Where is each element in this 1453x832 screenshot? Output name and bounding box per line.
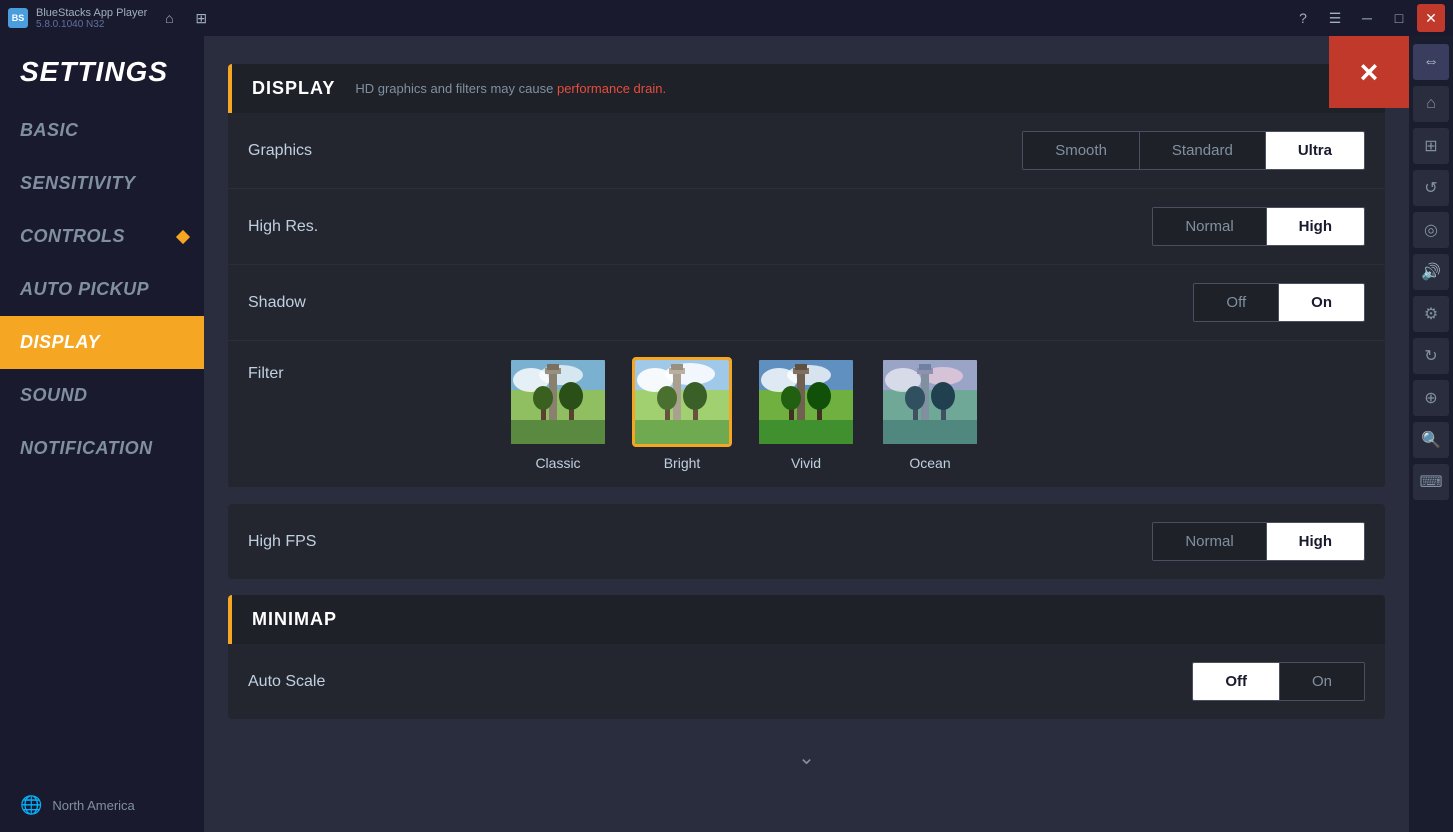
sidebar-item-controls[interactable]: CONTROLS: [0, 210, 204, 263]
highfps-high-btn[interactable]: High: [1267, 523, 1364, 560]
filter-label: Filter: [248, 357, 508, 383]
right-panel-camera-btn[interactable]: ◎: [1413, 212, 1449, 248]
main-container: SETTINGS BASIC SENSITIVITY CONTROLS AUTO…: [0, 36, 1453, 832]
sidebar-title: SETTINGS: [0, 36, 204, 104]
title-bar: BS BlueStacks App Player 5.8.0.1040 N32 …: [0, 0, 1453, 36]
autoscale-btn-group: Off On: [1192, 662, 1365, 701]
title-bar-left: BS BlueStacks App Player 5.8.0.1040 N32 …: [8, 4, 227, 32]
filter-bright-thumb: [632, 357, 732, 447]
right-panel-refresh-btn[interactable]: ↻: [1413, 338, 1449, 374]
right-panel-home-btn[interactable]: ⌂: [1413, 86, 1449, 122]
right-panel-share-btn[interactable]: ⊕: [1413, 380, 1449, 416]
graphics-standard-btn[interactable]: Standard: [1140, 132, 1266, 169]
filter-classic-thumb: [508, 357, 608, 447]
filter-classic-item[interactable]: Classic: [508, 357, 608, 471]
display-subtitle: HD graphics and filters may cause perfor…: [355, 81, 666, 96]
filter-ocean-thumb: [880, 357, 980, 447]
titlebar-close-btn[interactable]: ✕: [1417, 4, 1445, 32]
display-title: DISPLAY: [252, 78, 335, 99]
graphics-label: Graphics: [248, 142, 312, 160]
filter-options: Classic: [508, 357, 980, 471]
content-close-btn[interactable]: ×: [1329, 36, 1409, 108]
highfps-normal-btn[interactable]: Normal: [1153, 523, 1266, 560]
filter-vivid-name: Vivid: [791, 455, 821, 471]
minimize-btn[interactable]: ─: [1353, 4, 1381, 32]
right-panel-search-btn[interactable]: 🔍: [1413, 422, 1449, 458]
highres-row: High Res. Normal High: [228, 189, 1385, 265]
graphics-row: Graphics Smooth Standard Ultra: [228, 113, 1385, 189]
filter-vivid-item[interactable]: Vivid: [756, 357, 856, 471]
shadow-btn-group: Off On: [1193, 283, 1365, 322]
chevron-down-icon: ⌄: [798, 745, 815, 770]
right-panel-rotate-btn[interactable]: ↺: [1413, 170, 1449, 206]
filter-bright-item[interactable]: Bright: [632, 357, 732, 471]
filter-vivid-thumb: [756, 357, 856, 447]
graphics-ultra-btn[interactable]: Ultra: [1266, 132, 1364, 169]
window-controls: ? ☰ ─ □ ✕: [1289, 4, 1445, 32]
title-bar-nav: ⌂ ⊞: [155, 4, 215, 32]
filter-ocean-name: Ocean: [909, 455, 950, 471]
sidebar-item-display[interactable]: DISPLAY: [0, 316, 204, 369]
app-version: 5.8.0.1040 N32: [36, 19, 147, 30]
right-panel-key-btn[interactable]: ⌨: [1413, 464, 1449, 500]
minimap-section: MINIMAP Auto Scale Off On: [228, 595, 1385, 719]
display-section-header: DISPLAY HD graphics and filters may caus…: [228, 64, 1385, 113]
highfps-section: High FPS Normal High: [228, 504, 1385, 579]
close-x-icon: ×: [1360, 54, 1379, 91]
filter-ocean-item[interactable]: Ocean: [880, 357, 980, 471]
autoscale-label: Auto Scale: [248, 673, 325, 691]
maximize-btn[interactable]: □: [1385, 4, 1413, 32]
region-selector[interactable]: 🌐 North America: [0, 779, 204, 832]
content-area: × DISPLAY HD graphics and filters may ca…: [204, 36, 1409, 832]
autoscale-row: Auto Scale Off On: [228, 644, 1385, 719]
graphics-smooth-btn[interactable]: Smooth: [1023, 132, 1140, 169]
minimap-title: MINIMAP: [252, 609, 337, 630]
right-panel: ⇔ ⌂ ⊞ ↺ ◎ 🔊 ⚙ ↻ ⊕ 🔍 ⌨: [1409, 36, 1453, 832]
shadow-row: Shadow Off On: [228, 265, 1385, 341]
minimap-section-header: MINIMAP: [228, 595, 1385, 644]
shadow-label: Shadow: [248, 294, 306, 312]
sidebar: SETTINGS BASIC SENSITIVITY CONTROLS AUTO…: [0, 36, 204, 832]
sidebar-item-sensitivity[interactable]: SENSITIVITY: [0, 157, 204, 210]
shadow-on-btn[interactable]: On: [1279, 284, 1364, 321]
sidebar-item-notification[interactable]: NOTIFICATION: [0, 422, 204, 475]
autoscale-on-btn[interactable]: On: [1280, 663, 1364, 700]
graphics-btn-group: Smooth Standard Ultra: [1022, 131, 1365, 170]
sidebar-nav: BASIC SENSITIVITY CONTROLS AUTO PICKUP D…: [0, 104, 204, 475]
sidebar-item-sound[interactable]: SOUND: [0, 369, 204, 422]
highres-label: High Res.: [248, 218, 318, 236]
right-panel-layers-btn[interactable]: ⊞: [1413, 128, 1449, 164]
app-name: BlueStacks App Player: [36, 7, 147, 19]
sidebar-item-basic[interactable]: BASIC: [0, 104, 204, 157]
menu-btn[interactable]: ☰: [1321, 4, 1349, 32]
right-panel-settings-btn[interactable]: ⚙: [1413, 296, 1449, 332]
filter-row: Filter: [228, 341, 1385, 488]
controls-diamond-icon: [176, 229, 190, 243]
highres-btn-group: Normal High: [1152, 207, 1365, 246]
display-section: DISPLAY HD graphics and filters may caus…: [228, 64, 1385, 488]
autoscale-off-btn[interactable]: Off: [1193, 663, 1280, 700]
highres-normal-btn[interactable]: Normal: [1153, 208, 1266, 245]
highres-high-btn[interactable]: High: [1267, 208, 1364, 245]
highfps-label: High FPS: [248, 533, 316, 551]
right-panel-volume-btn[interactable]: 🔊: [1413, 254, 1449, 290]
app-logo: BS: [8, 8, 28, 28]
sidebar-item-autopickup[interactable]: AUTO PICKUP: [0, 263, 204, 316]
right-panel-expand-btn[interactable]: ⇔: [1413, 44, 1449, 80]
help-btn[interactable]: ?: [1289, 4, 1317, 32]
highfps-btn-group: Normal High: [1152, 522, 1365, 561]
scroll-indicator: ⌄: [228, 735, 1385, 780]
globe-icon: 🌐: [20, 795, 42, 816]
layers-nav-btn[interactable]: ⊞: [187, 4, 215, 32]
shadow-off-btn[interactable]: Off: [1194, 284, 1279, 321]
highfps-row: High FPS Normal High: [228, 504, 1385, 579]
home-nav-btn[interactable]: ⌂: [155, 4, 183, 32]
filter-classic-name: Classic: [535, 455, 580, 471]
filter-bright-name: Bright: [664, 455, 701, 471]
